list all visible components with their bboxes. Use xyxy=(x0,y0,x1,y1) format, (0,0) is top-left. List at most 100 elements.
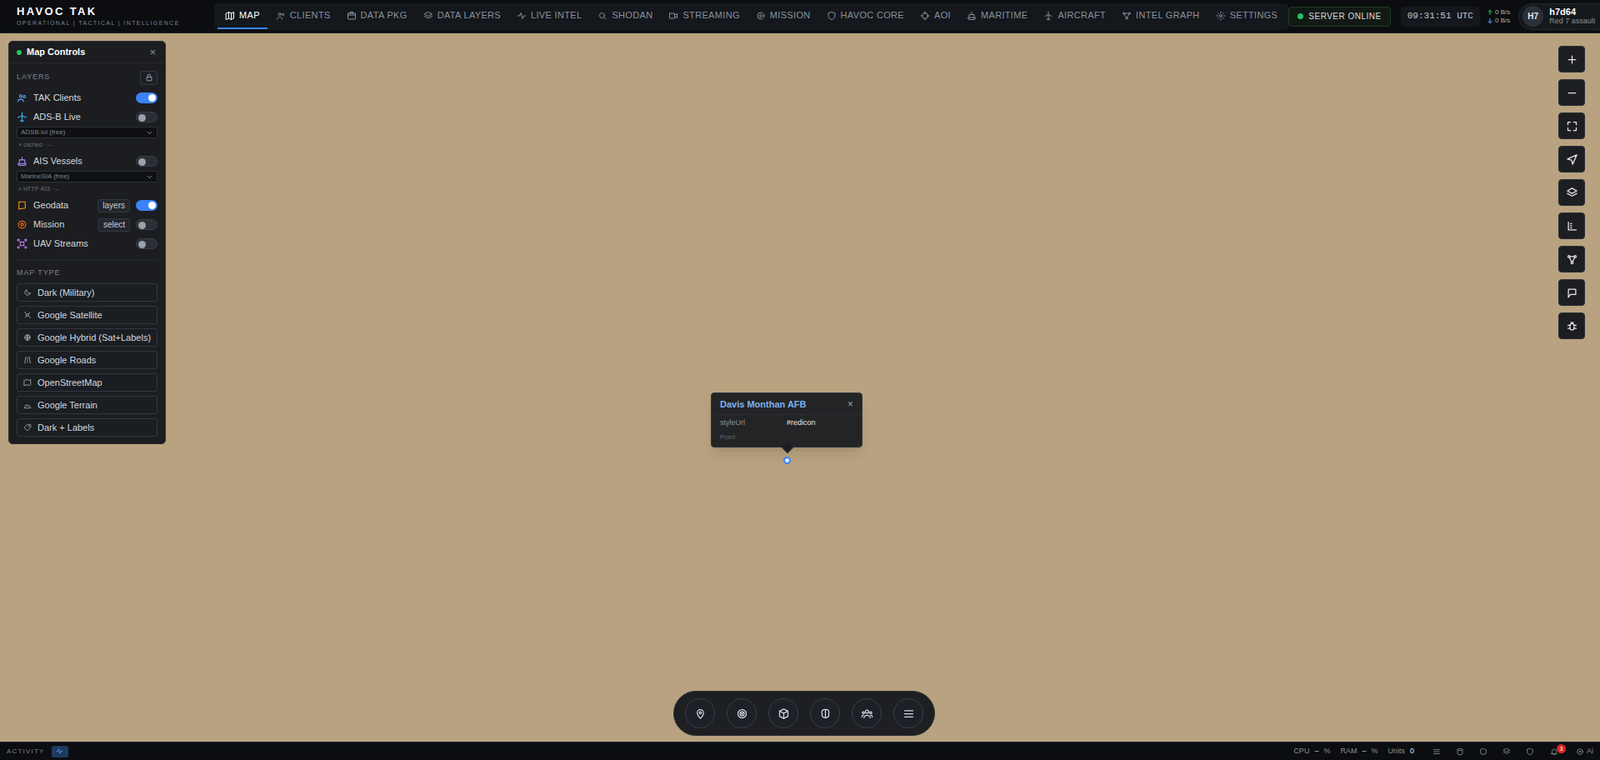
user-menu[interactable]: H7h7d64Red 7 assault xyxy=(1518,3,1600,30)
ruler-button[interactable] xyxy=(1558,212,1585,240)
close-button[interactable]: × xyxy=(147,46,158,58)
layer-toggle[interactable] xyxy=(135,92,158,104)
minus-icon xyxy=(1565,86,1579,100)
nav-tab[interactable]: MISSION xyxy=(748,4,819,30)
minus-button[interactable] xyxy=(1558,79,1585,106)
layer-row: Mission select xyxy=(16,215,158,235)
server-status-label: SERVER ONLINE xyxy=(1308,10,1381,23)
layer-toggle[interactable] xyxy=(135,219,158,230)
nav-tab[interactable]: CLIENTS xyxy=(268,4,339,30)
nav-tab[interactable]: DATA LAYERS xyxy=(415,4,509,30)
satellite-icon xyxy=(23,310,32,320)
pin-button[interactable] xyxy=(685,698,715,729)
map-type-list: Dark (Military) Google Satellite Google Hy… xyxy=(16,283,158,437)
map-marker[interactable] xyxy=(783,456,791,465)
crosshair-icon xyxy=(920,10,930,21)
source-status: × cached · -- xyxy=(16,140,158,150)
cpu-unit: % xyxy=(1323,745,1330,758)
map-view[interactable]: Map Controls×LAYERSTAK ClientsADS-B Live… xyxy=(0,33,1600,742)
layer-toggle[interactable] xyxy=(135,111,158,123)
popup-row: styleUrl#redicon xyxy=(711,414,862,432)
locate-icon xyxy=(1565,153,1579,166)
database-button[interactable] xyxy=(1450,745,1470,759)
brain-button[interactable] xyxy=(810,698,840,729)
nav-tab[interactable]: AIRCRAFT xyxy=(1035,4,1114,30)
ai-button[interactable]: Ai xyxy=(1575,745,1594,758)
map-type-button[interactable]: Google Hybrid (Sat+Labels) xyxy=(16,328,158,347)
arrow-down-icon xyxy=(1486,17,1494,25)
layer-item: AIS VesselsMarineSIA (free)× HTTP 403 · … xyxy=(16,151,158,196)
nav-tab[interactable]: INTEL GRAPH xyxy=(1114,4,1208,30)
nav-tab[interactable]: SETTINGS xyxy=(1208,4,1286,30)
layers-button[interactable] xyxy=(1497,745,1516,759)
shield-icon xyxy=(1525,747,1535,756)
pulse-icon xyxy=(55,747,64,755)
locate-button[interactable] xyxy=(1558,145,1585,173)
lock-button[interactable] xyxy=(140,70,158,85)
nav-tab[interactable]: LIVE INTEL xyxy=(509,4,590,30)
layer-toggle[interactable] xyxy=(135,200,158,211)
nav-tab[interactable]: MAP xyxy=(217,4,268,30)
network-button[interactable] xyxy=(1558,245,1585,273)
list-button[interactable] xyxy=(1427,745,1446,759)
map-type-button[interactable]: OpenStreetMap xyxy=(16,373,158,392)
layers-icon xyxy=(1502,747,1511,756)
layer-option-button[interactable]: layers xyxy=(97,199,130,213)
status-bar: ACTIVITYCPU–%RAM–%Units03Ai xyxy=(0,741,1600,760)
bug-button[interactable] xyxy=(1558,312,1585,340)
user-info: h7d64Red 7 assault xyxy=(1549,7,1595,26)
polygon-icon xyxy=(16,200,28,211)
map-type-button[interactable]: Dark + Labels xyxy=(16,418,158,437)
app-root: HAVOC TAKOPERATIONAL | TACTICAL | INTELL… xyxy=(0,0,1600,760)
map-type-button[interactable]: Google Roads xyxy=(16,350,158,370)
layer-item: Geodatalayers xyxy=(16,195,158,215)
nav-tab[interactable]: STREAMING xyxy=(660,4,747,30)
units-label: Units xyxy=(1387,745,1405,758)
plus-icon xyxy=(1565,53,1579,66)
nav-tab[interactable]: AOI xyxy=(912,4,959,30)
main-nav: MAPCLIENTSDATA PKGDATA LAYERSLIVE INTELS… xyxy=(214,3,1289,30)
shield-button[interactable] xyxy=(1520,745,1540,759)
source-select[interactable]: ADSB.lol (free) xyxy=(16,126,158,139)
toggle-knob xyxy=(138,240,146,249)
popup-close-button[interactable]: × xyxy=(847,399,854,410)
popup-key: styleUrl xyxy=(720,417,779,430)
shield-icon xyxy=(826,10,837,21)
list-icon xyxy=(1432,747,1441,756)
draw-button[interactable] xyxy=(1558,279,1585,306)
cube-button[interactable] xyxy=(1474,745,1493,759)
chevron-down-icon xyxy=(145,173,154,181)
activity-button[interactable] xyxy=(51,745,69,758)
nav-tab[interactable]: DATA PKG xyxy=(339,4,415,30)
team-icon xyxy=(860,707,874,720)
status-dot xyxy=(1297,13,1304,20)
plus-button[interactable] xyxy=(1558,45,1585,73)
road-icon xyxy=(23,355,32,365)
alerts-button[interactable]: 3 xyxy=(1544,745,1565,759)
layers-button[interactable] xyxy=(1558,179,1585,206)
nav-tab[interactable]: SHODAN xyxy=(590,4,660,30)
fullscreen-icon xyxy=(1565,120,1579,133)
team-button[interactable] xyxy=(851,698,882,729)
cube-button[interactable] xyxy=(768,698,799,729)
layer-label: UAV Streams xyxy=(33,236,130,251)
map-type-button[interactable]: Dark (Military) xyxy=(16,283,158,302)
layer-label: Mission xyxy=(33,217,93,232)
network-icon xyxy=(1565,253,1579,266)
layer-toggle[interactable] xyxy=(135,238,158,250)
source-select[interactable]: MarineSIA (free) xyxy=(16,170,158,183)
map-icon xyxy=(225,10,235,21)
nav-tab[interactable]: HAVOC CORE xyxy=(819,4,912,30)
map-type-button[interactable]: Google Terrain xyxy=(16,395,158,415)
menu-button[interactable] xyxy=(893,698,924,729)
map-type-label: Dark (Military) xyxy=(37,285,95,300)
panel-header: Map Controls× xyxy=(9,41,165,64)
map-type-button[interactable]: Google Satellite xyxy=(16,305,158,325)
nav-tab[interactable]: MARITIME xyxy=(959,4,1035,30)
layer-option-button[interactable]: select xyxy=(98,218,130,232)
nav-label: DATA PKG xyxy=(360,8,408,23)
layer-toggle[interactable] xyxy=(135,155,158,167)
target-button[interactable] xyxy=(726,698,757,729)
map-icon xyxy=(23,378,32,387)
fullscreen-button[interactable] xyxy=(1558,112,1585,140)
